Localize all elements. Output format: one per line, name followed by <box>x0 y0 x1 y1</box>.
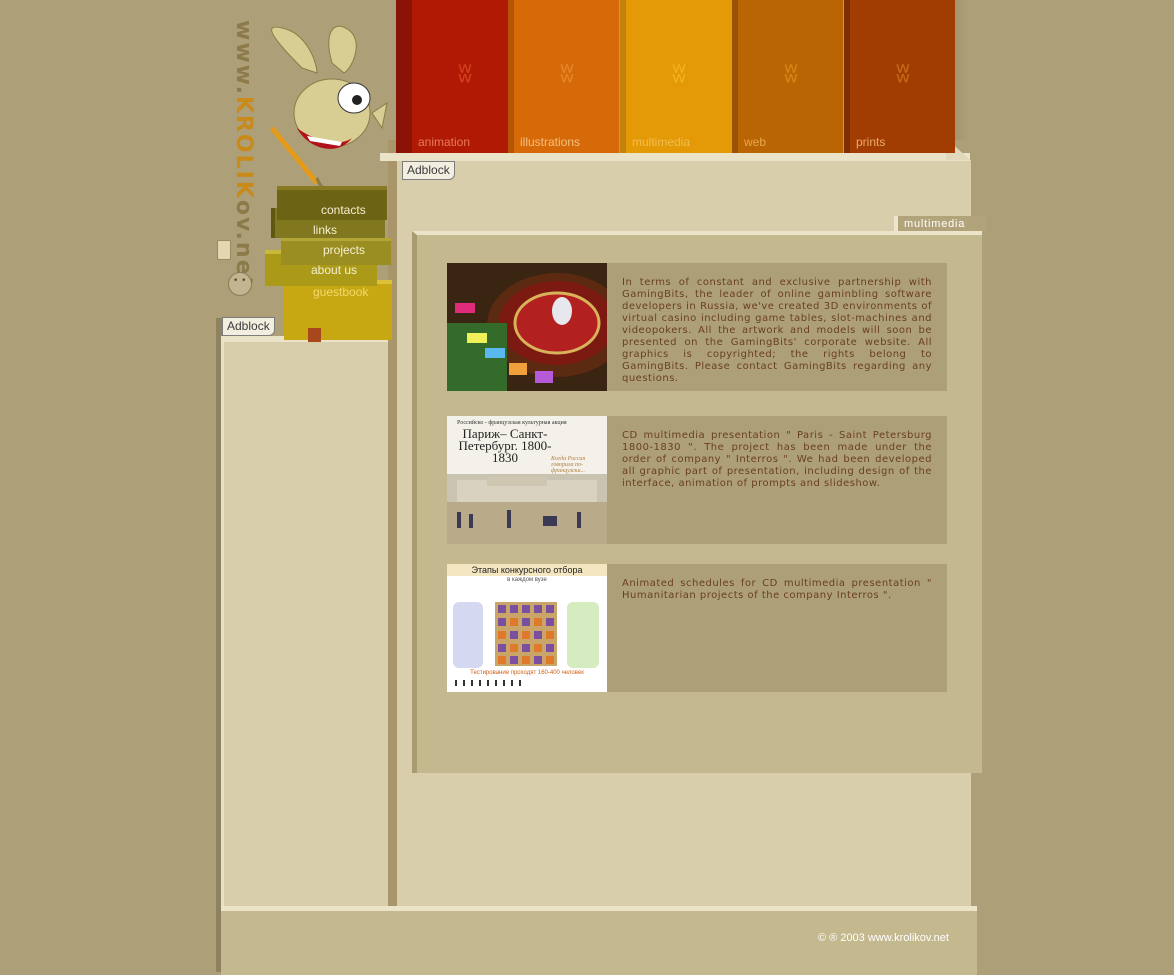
item-description: CD multimedia presentation " Paris - Sai… <box>622 430 932 489</box>
rabbit-face-icon: ʬ <box>559 56 575 89</box>
rabbit-face-icon: ʬ <box>457 56 473 89</box>
logo-prefix: www. <box>231 20 256 96</box>
rabbit-mascot-icon <box>270 25 388 197</box>
thumb-title: Этапы конкурсного отбора <box>447 564 607 576</box>
thumb-subtitle: в каждом вузе <box>507 577 547 583</box>
tab-web-label: web <box>744 135 767 149</box>
thumb-aside: Когда Россия говорила по-французски... <box>551 456 586 474</box>
thumb-title: Париж– Санкт-Петербург. 1800-1830 <box>458 426 552 465</box>
tab-multimedia-label: multimedia <box>632 135 691 149</box>
logo-brand: KROLIK <box>231 95 256 200</box>
copyright-text: © ® 2003 www.krolikov.net <box>818 932 949 944</box>
tab-multimedia[interactable]: ʬ multimedia <box>620 0 731 153</box>
rabbit-face-icon: ʬ <box>895 56 911 89</box>
menu-item-projects[interactable]: projects <box>323 243 365 257</box>
schedule-thumbnail[interactable]: Этапы конкурсного отбора в каждом вузе Т… <box>447 564 607 692</box>
roulette-image-icon <box>447 263 607 391</box>
menu-item-guestbook[interactable]: guestbook <box>313 285 368 299</box>
tab-illustrations-label: illustrations <box>520 135 581 149</box>
thumb-footer: Тестирование проходят 160-400 человек <box>470 670 584 676</box>
project-item: Российско - французская культурная акция… <box>447 416 947 544</box>
tab-prints[interactable]: ʬ prints <box>844 0 955 153</box>
project-item: In terms of constant and exclusive partn… <box>447 263 947 391</box>
tab-prints-label: prints <box>856 135 886 149</box>
tab-illustrations[interactable]: ʬ illustrations <box>508 0 619 153</box>
left-column-panel <box>221 338 391 908</box>
socket-icon <box>228 272 252 296</box>
rabbit-face-icon: ʬ <box>671 56 687 89</box>
timeline-ticks <box>455 680 525 686</box>
menu-item-links[interactable]: links <box>313 223 337 237</box>
tab-animation[interactable]: ʬ animation <box>396 0 517 153</box>
item-description: Animated schedules for CD multimedia pre… <box>622 578 932 601</box>
schedule-right-panel <box>567 602 599 668</box>
menu-item-about-us[interactable]: about us <box>311 263 357 277</box>
top-tabs: ʬ animation ʬ illustrations ʬ multimedia… <box>380 0 970 155</box>
plug-icon <box>217 240 231 260</box>
tab-web[interactable]: ʬ web <box>732 0 843 153</box>
paris-petersburg-thumbnail[interactable]: Российско - французская культурная акция… <box>447 416 607 544</box>
project-item: Этапы конкурсного отбора в каждом вузе Т… <box>447 564 947 692</box>
adblock-button-left[interactable]: Adblock <box>222 317 275 336</box>
schedule-grid-icon <box>495 602 557 666</box>
city-scene-icon <box>447 474 607 544</box>
roulette-thumbnail[interactable] <box>447 263 607 391</box>
menu-item-contacts[interactable]: contacts <box>321 203 366 217</box>
decorative-cube-icon <box>308 328 321 342</box>
section-title-tab: multimedia <box>894 216 986 232</box>
adblock-button-top[interactable]: Adblock <box>402 161 455 180</box>
rabbit-face-icon: ʬ <box>783 56 799 89</box>
site-logo[interactable]: www.KROLIKov.net <box>226 20 256 289</box>
schedule-left-panel <box>453 602 483 668</box>
item-description: In terms of constant and exclusive partn… <box>622 277 932 384</box>
tab-animation-label: animation <box>418 135 471 149</box>
